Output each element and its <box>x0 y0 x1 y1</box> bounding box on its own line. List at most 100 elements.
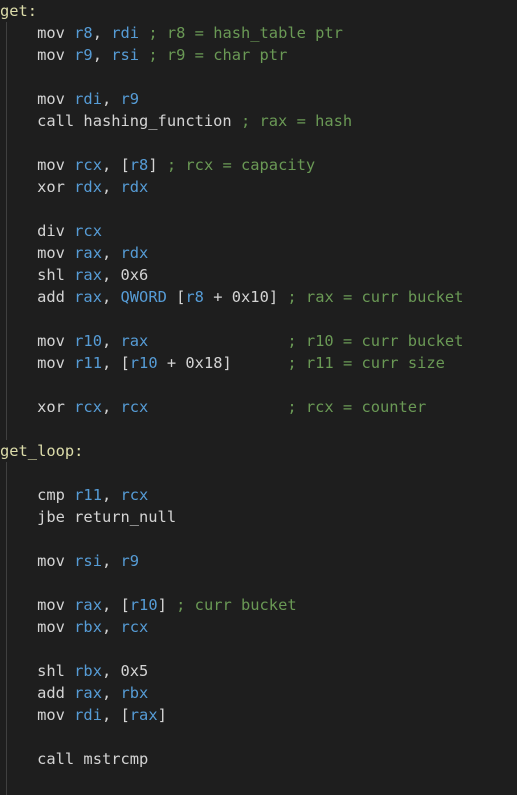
code-identifier: hashing_function <box>83 112 232 130</box>
code-register: rbx <box>74 662 102 680</box>
code-register: r10 <box>129 354 158 372</box>
code-punctuation: , [ <box>101 354 130 372</box>
code-line[interactable]: shl rbx, 0x5 <box>0 660 148 682</box>
code-punctuation: ] <box>222 354 288 372</box>
code-keyword: QWORD <box>120 288 167 306</box>
code-number: 0x5 <box>120 662 149 680</box>
code-line[interactable]: cmp r11, rcx <box>0 484 148 506</box>
code-punctuation: , <box>101 486 121 504</box>
code-register: rax <box>74 596 102 614</box>
code-line[interactable]: mov r11, [r10 + 0x18] ; r11 = curr size <box>0 352 445 374</box>
code-label: get_loop: <box>0 442 84 460</box>
code-punctuation: , <box>101 178 121 196</box>
code-line[interactable]: get_loop: <box>0 440 83 462</box>
code-line[interactable]: mov rax, rdx <box>0 242 148 264</box>
code-punctuation: , [ <box>101 706 130 724</box>
code-register: rsi <box>74 552 102 570</box>
code-line[interactable]: mov rdi, r9 <box>0 88 139 110</box>
code-punctuation: , <box>101 266 121 284</box>
code-punctuation: ] <box>268 288 288 306</box>
code-number: 0x6 <box>120 266 149 284</box>
code-line[interactable]: mov rsi, r9 <box>0 550 139 572</box>
code-punctuation: , <box>101 552 121 570</box>
code-line[interactable]: mov r8, rdi ; r8 = hash_table ptr <box>0 22 343 44</box>
code-line[interactable]: mov rbx, rcx <box>0 616 148 638</box>
code-register: r11 <box>74 486 102 504</box>
code-editor[interactable]: get: mov r8, rdi ; r8 = hash_table ptr m… <box>0 0 517 795</box>
code-line[interactable]: mov r10, rax ; r10 = curr bucket <box>0 330 463 352</box>
code-instruction: mov <box>37 156 75 174</box>
code-line[interactable]: xor rdx, rdx <box>0 176 148 198</box>
code-register: rdx <box>120 244 149 262</box>
code-line[interactable]: xor rcx, rcx ; rcx = counter <box>0 396 426 418</box>
code-line[interactable]: add rax, rbx <box>0 682 148 704</box>
code-register: r9 <box>74 46 93 64</box>
code-line[interactable]: get: <box>0 0 37 22</box>
code-register: rsi <box>111 46 140 64</box>
code-register: r11 <box>74 354 102 372</box>
code-line[interactable]: mov rax, [r10] ; curr bucket <box>0 594 297 616</box>
code-comment: ; rax = hash <box>240 112 353 130</box>
code-punctuation: , <box>101 684 121 702</box>
code-instruction: mov <box>37 552 75 570</box>
code-instruction: add <box>37 684 75 702</box>
code-label: get: <box>0 2 38 20</box>
code-instruction: mov <box>37 24 75 42</box>
code-line[interactable]: jbe return_null <box>0 506 176 528</box>
code-instruction: mov <box>37 90 75 108</box>
code-line[interactable]: div rcx <box>0 220 102 242</box>
code-register: rdx <box>74 178 102 196</box>
code-register: rcx <box>74 156 102 174</box>
code-instruction: add <box>37 288 75 306</box>
code-punctuation: , <box>92 46 112 64</box>
code-register: r9 <box>120 90 140 108</box>
code-punctuation: ] <box>157 706 167 724</box>
code-number: 0x18 <box>185 354 223 372</box>
code-line[interactable]: call hashing_function ; rax = hash <box>0 110 352 132</box>
code-register: r10 <box>74 332 102 350</box>
code-instruction: shl <box>37 662 75 680</box>
code-punctuation: , <box>101 90 121 108</box>
code-instruction: mov <box>37 354 75 372</box>
code-punctuation: , <box>101 332 121 350</box>
code-register: r8 <box>129 156 149 174</box>
code-register: rcx <box>74 398 102 416</box>
code-line[interactable]: call mstrcmp <box>0 748 148 770</box>
code-instruction: call <box>37 112 84 130</box>
code-line[interactable]: mov rdi, [rax] <box>0 704 167 726</box>
code-punctuation: + <box>157 354 186 372</box>
code-punctuation: , <box>101 662 121 680</box>
code-register: rcx <box>120 618 149 636</box>
code-line[interactable]: shl rax, 0x6 <box>0 264 148 286</box>
code-punctuation <box>139 24 148 42</box>
code-instruction: mov <box>37 244 75 262</box>
code-punctuation: ] <box>157 596 177 614</box>
code-register: r8 <box>74 24 93 42</box>
code-register: rax <box>120 332 149 350</box>
code-register: rax <box>74 244 102 262</box>
code-line[interactable]: mov r9, rsi ; r9 = char ptr <box>0 44 287 66</box>
code-register: r8 <box>185 288 204 306</box>
code-line[interactable]: add rax, QWORD [r8 + 0x10] ; rax = curr … <box>0 286 463 308</box>
code-punctuation <box>148 332 287 350</box>
code-comment: ; r10 = curr bucket <box>287 332 464 350</box>
code-line[interactable]: mov rcx, [r8] ; rcx = capacity <box>0 154 315 176</box>
code-comment: ; rcx = counter <box>287 398 427 416</box>
code-instruction: mov <box>37 46 75 64</box>
code-register: r10 <box>129 596 158 614</box>
code-register: rax <box>129 706 158 724</box>
code-comment: ; r11 = curr size <box>287 354 445 372</box>
